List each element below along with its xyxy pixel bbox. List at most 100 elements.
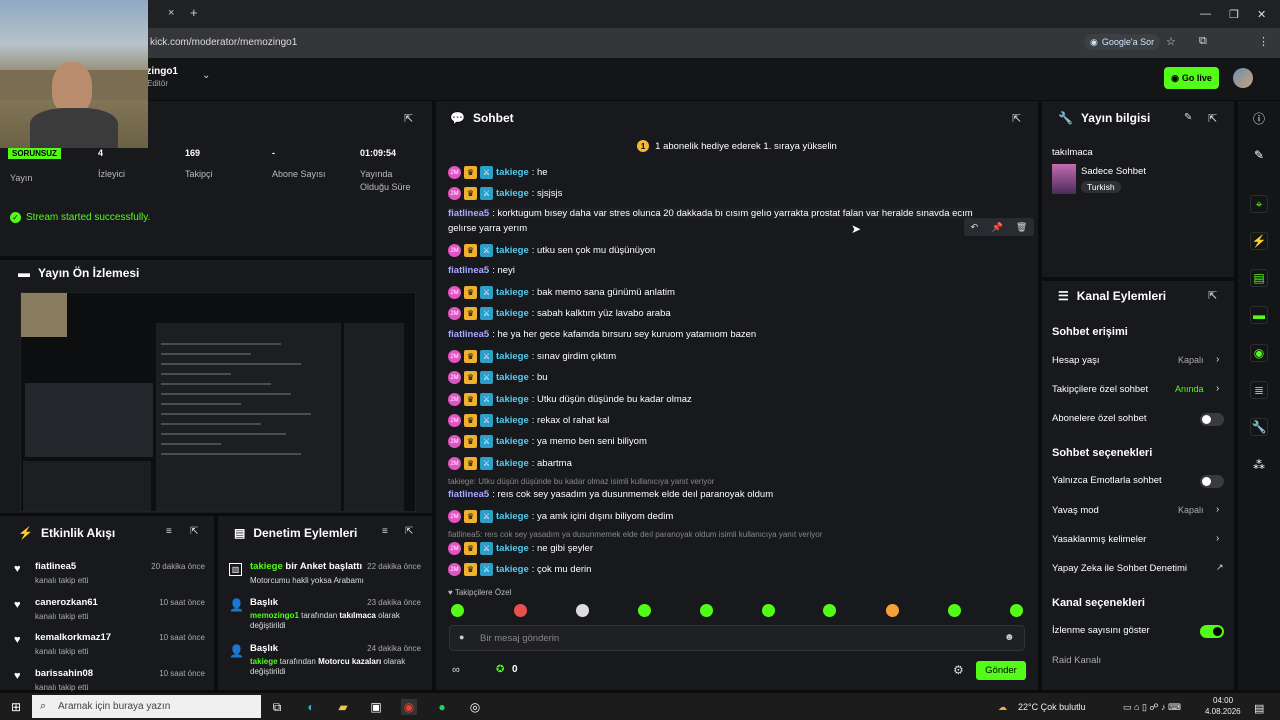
emote-button[interactable] <box>514 604 527 617</box>
chat-username[interactable]: takiege <box>496 543 529 554</box>
chat-message[interactable]: fiatlinea5: neyi <box>448 265 515 276</box>
chat-message[interactable]: fiatlinea5: reıs cok sey yasadım ya dusu… <box>448 489 773 500</box>
mod-actor[interactable]: takiege <box>250 561 283 572</box>
slow-mode-label[interactable]: Yavaş mod <box>1052 505 1099 516</box>
banned-words-label[interactable]: Yasaklanmış kelimeler <box>1052 534 1146 545</box>
chat-username[interactable]: takiege <box>496 458 529 469</box>
chat-message[interactable]: fiatlinea5: korktugum bısey daha var str… <box>448 208 973 219</box>
chat-username[interactable]: takiege <box>496 245 529 256</box>
chat-message[interactable]: 2M ♛ ⚔ takiege: ya amk içini dışını biliyom… <box>448 510 673 523</box>
emote-button[interactable] <box>638 604 651 617</box>
clock-date[interactable]: 4.08.2026 <box>1205 707 1241 716</box>
google-ask-button[interactable]: ◉ Google'a Sor <box>1084 34 1161 50</box>
chat-username[interactable]: takiege <box>496 188 529 199</box>
emote-button[interactable] <box>948 604 961 617</box>
send-button[interactable]: Gönder <box>976 661 1026 680</box>
chevron-right-icon[interactable]: › <box>1216 533 1219 544</box>
popout-icon[interactable]: ⇱ <box>190 526 198 537</box>
chat-message[interactable]: 2M ♛ ⚔ takiege: Utku düşün düşünde bu kadar… <box>448 393 692 406</box>
task-view-icon[interactable]: ⧉ <box>269 699 285 715</box>
external-link-icon[interactable]: ↗ <box>1216 562 1224 573</box>
clipboard-icon[interactable]: ▤ <box>1250 269 1268 287</box>
wrench-icon[interactable]: 🔧 <box>1250 418 1268 436</box>
followers-chat-value[interactable]: Anında <box>1175 384 1204 394</box>
chat-username[interactable]: takiege <box>496 436 529 447</box>
account-age-value[interactable]: Kapalı <box>1178 355 1204 365</box>
chat-username[interactable]: fiatlinea5 <box>448 265 489 276</box>
emote-button[interactable] <box>576 604 589 617</box>
system-tray-icons[interactable]: ▭ ⌂ ▯ ☍ ♪ ⌨ <box>1123 702 1181 713</box>
account-age-label[interactable]: Hesap yaşı <box>1052 355 1100 366</box>
chat-message[interactable]: fiatlinea5: he ya her gece kafamda bırsu… <box>448 329 756 340</box>
chat-message[interactable]: 2M ♛ ⚔ takiege: sjsjsjs <box>448 187 562 200</box>
popout-icon[interactable]: ⇱ <box>404 112 413 125</box>
community-icon[interactable]: ∞ <box>452 664 460 676</box>
chat-message[interactable]: 2M ♛ ⚔ takiege: abartma <box>448 457 572 470</box>
user-avatar[interactable] <box>1233 68 1253 88</box>
raid-channel-label[interactable]: Raid Kanalı <box>1052 655 1101 666</box>
mod-actor[interactable]: memozingo1 <box>250 611 299 620</box>
minimize-button[interactable]: — <box>1200 8 1211 20</box>
chat-message[interactable]: 2M ♛ ⚔ takiege: sınav girdim çıktım <box>448 350 616 363</box>
chat-username[interactable]: takiege <box>496 564 529 575</box>
tab-close-icon[interactable]: × <box>168 7 174 19</box>
slow-mode-value[interactable]: Kapalı <box>1178 505 1204 515</box>
category-thumbnail[interactable] <box>1052 164 1076 194</box>
gift-sub-banner[interactable]: 1 1 abonelik hediye ederek 1. sıraya yüks… <box>436 137 1038 155</box>
popout-icon[interactable]: ⇱ <box>1012 112 1021 125</box>
category-name[interactable]: Sadece Sohbet <box>1081 166 1146 177</box>
ai-moderation-label[interactable]: Yapay Zeka ile Sohbet Denetimi <box>1052 563 1187 574</box>
chat-username[interactable]: takiege <box>496 511 529 522</box>
emote-button[interactable] <box>886 604 899 617</box>
chat-message[interactable]: 2M ♛ ⚔ takiege: he <box>448 166 548 179</box>
emote-button[interactable] <box>451 604 464 617</box>
emote-only-toggle[interactable] <box>1200 475 1224 488</box>
filter-icon[interactable]: ≡ <box>382 526 388 537</box>
restore-button[interactable]: ❐ <box>1229 8 1239 21</box>
windows-start-icon[interactable]: ⊞ <box>8 699 24 715</box>
activity-user[interactable]: fiatlinea5 <box>35 561 76 572</box>
new-tab-button[interactable]: + <box>190 5 198 20</box>
community-icon[interactable]: ⁂ <box>1250 456 1268 474</box>
chat-icon[interactable]: ▬ <box>1250 306 1268 324</box>
chat-username[interactable]: takiege <box>496 308 529 319</box>
clock-time[interactable]: 04:00 <box>1213 696 1233 705</box>
filter-icon[interactable]: ≡ <box>166 526 172 537</box>
chat-message-input[interactable]: Bir mesaj gönderin <box>449 625 1025 651</box>
chat-username[interactable]: takiege <box>496 351 529 362</box>
edit-icon[interactable]: ✎ <box>1184 112 1192 123</box>
edge-icon[interactable]: ◐ <box>303 699 319 715</box>
chrome-icon[interactable]: ◉ <box>401 699 417 715</box>
chat-settings-icon[interactable]: ⚙ <box>953 663 964 677</box>
chat-message[interactable]: 2M ♛ ⚔ takiege: rekax ol rahat kal <box>448 414 609 427</box>
subs-chat-toggle[interactable] <box>1200 413 1224 426</box>
extensions-icon[interactable]: ⧉ <box>1199 35 1207 48</box>
show-viewers-toggle[interactable] <box>1200 625 1224 638</box>
obs-icon[interactable]: ◎ <box>467 699 483 715</box>
followers-chat-label[interactable]: Takipçilere özel sohbet <box>1052 384 1148 395</box>
emote-button[interactable] <box>762 604 775 617</box>
chat-message[interactable]: 2M ♛ ⚔ takiege: utku sen çok mu düşünüyon <box>448 244 655 257</box>
chat-username[interactable]: fiatlinea5 <box>448 329 489 340</box>
close-window-button[interactable]: ✕ <box>1257 8 1266 21</box>
popout-icon[interactable]: ⇱ <box>405 526 413 537</box>
taskbar-search[interactable]: Aramak için buraya yazın <box>32 695 261 718</box>
chat-username[interactable]: takiege <box>496 287 529 298</box>
reply-context[interactable]: fiatlinea5: reıs cok sey yasadım ya dusu… <box>448 530 822 539</box>
go-live-button[interactable]: ◉ Go live <box>1164 67 1219 89</box>
browser-menu-icon[interactable]: ⋮ <box>1258 35 1269 48</box>
chat-username[interactable]: takiege <box>496 394 529 405</box>
chat-message[interactable]: 2M ♛ ⚔ takiege: ya memo ben seni biliyom <box>448 435 647 448</box>
chevron-right-icon[interactable]: › <box>1216 504 1219 515</box>
chat-username[interactable]: fiatlinea5 <box>448 208 489 219</box>
url-text[interactable]: kick.com/moderator/memozingo1 <box>150 37 297 48</box>
channel-switch-chevron-icon[interactable]: ⌄ <box>202 70 210 81</box>
scan-icon[interactable]: ⌖ <box>1250 195 1268 213</box>
notifications-icon[interactable]: ▤ <box>1254 702 1264 715</box>
bookmark-star-icon[interactable]: ☆ <box>1166 35 1176 48</box>
chevron-right-icon[interactable]: › <box>1216 383 1219 394</box>
chat-username[interactable]: takiege <box>496 372 529 383</box>
weather-text[interactable]: 22°C Çok bulutlu <box>1018 702 1086 712</box>
reply-context[interactable]: takiege: Utku düşün düşünde bu kadar olm… <box>448 477 714 486</box>
lightning-icon[interactable]: ⚡ <box>1250 232 1268 250</box>
